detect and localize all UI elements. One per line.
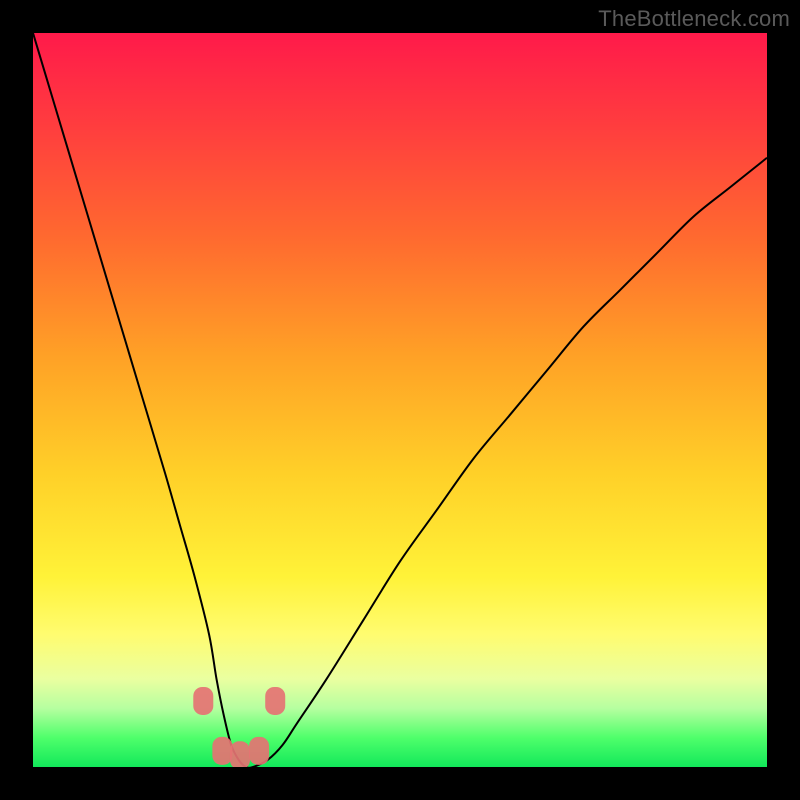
plot-area (33, 33, 767, 767)
data-marker (249, 737, 269, 765)
data-marker (230, 741, 250, 767)
data-marker (193, 687, 213, 715)
bottleneck-curve (33, 33, 767, 767)
data-marker (212, 737, 232, 765)
chart-container: TheBottleneck.com (0, 0, 800, 800)
watermark-text: TheBottleneck.com (598, 6, 790, 32)
chart-svg (33, 33, 767, 767)
data-marker (265, 687, 285, 715)
